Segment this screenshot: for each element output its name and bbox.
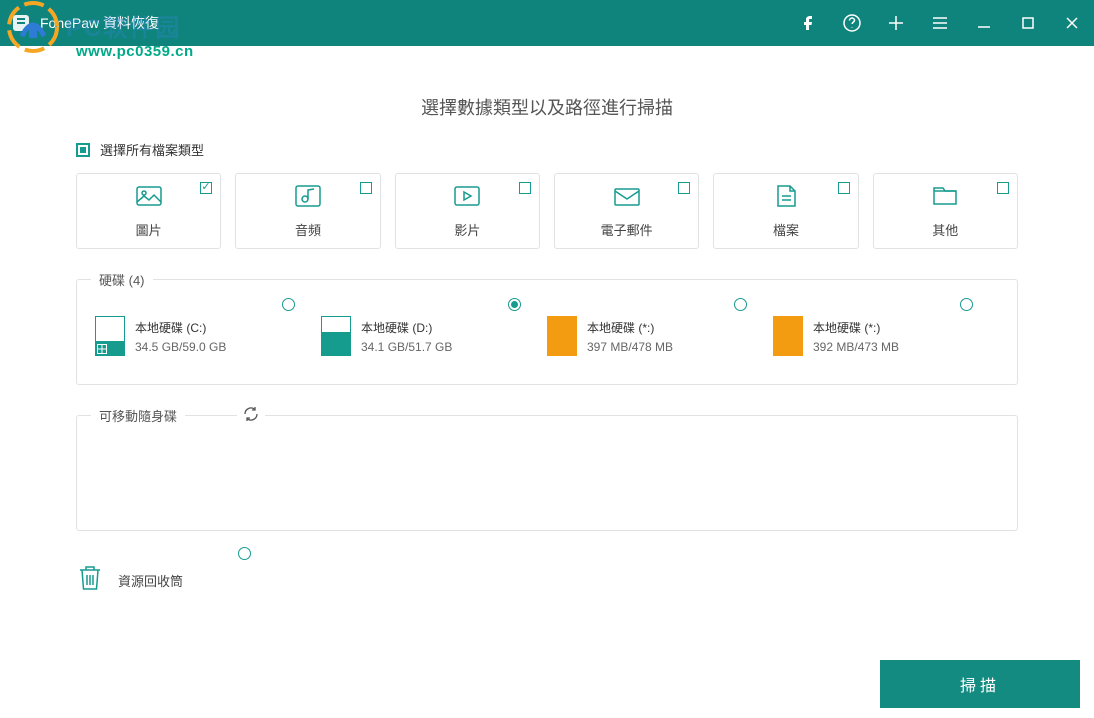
type-icon bbox=[293, 183, 323, 214]
disk-item-3[interactable]: 本地硬碟 (*:) 392 MB/473 MB bbox=[773, 316, 999, 356]
disk-icon bbox=[547, 316, 577, 356]
windows-badge-icon bbox=[97, 344, 107, 354]
trash-icon bbox=[76, 563, 104, 598]
disk-name: 本地硬碟 (D:) bbox=[361, 319, 452, 336]
app-title: FonePaw 資料恢復 bbox=[40, 13, 159, 33]
type-checkbox[interactable] bbox=[838, 182, 850, 194]
type-checkbox[interactable] bbox=[519, 182, 531, 194]
facebook-icon[interactable] bbox=[786, 0, 830, 46]
disk-name: 本地硬碟 (C:) bbox=[135, 319, 226, 336]
type-label: 圖片 bbox=[136, 220, 162, 239]
disks-group: 硬碟 (4) 本地硬碟 (C:) 34.5 GB/59.0 GB 本地硬碟 (D… bbox=[76, 279, 1018, 385]
removable-legend: 可移動隨身碟 bbox=[91, 406, 185, 425]
disk-size: 392 MB/473 MB bbox=[813, 340, 899, 354]
type-card-5[interactable]: 其他 bbox=[873, 173, 1018, 249]
disk-radio[interactable] bbox=[282, 298, 295, 311]
removable-group: 可移動隨身碟 bbox=[76, 415, 1018, 531]
disk-item-2[interactable]: 本地硬碟 (*:) 397 MB/478 MB bbox=[547, 316, 773, 356]
refresh-icon[interactable] bbox=[237, 406, 265, 427]
scan-button[interactable]: 掃描 bbox=[880, 660, 1080, 708]
disk-radio[interactable] bbox=[960, 298, 973, 311]
titlebar: FonePaw 資料恢復 bbox=[0, 0, 1094, 46]
app-logo-icon bbox=[10, 12, 32, 34]
close-icon[interactable] bbox=[1050, 0, 1094, 46]
disk-size: 397 MB/478 MB bbox=[587, 340, 673, 354]
disk-radio[interactable] bbox=[734, 298, 747, 311]
disk-item-1[interactable]: 本地硬碟 (D:) 34.1 GB/51.7 GB bbox=[321, 316, 547, 356]
select-all-label: 選擇所有檔案類型 bbox=[100, 140, 204, 159]
type-label: 檔案 bbox=[773, 220, 799, 239]
type-label: 音頻 bbox=[295, 220, 321, 239]
type-card-4[interactable]: 檔案 bbox=[713, 173, 858, 249]
type-card-0[interactable]: 圖片 bbox=[76, 173, 221, 249]
disk-size: 34.5 GB/59.0 GB bbox=[135, 340, 226, 354]
type-card-1[interactable]: 音頻 bbox=[235, 173, 380, 249]
type-checkbox[interactable] bbox=[360, 182, 372, 194]
type-icon bbox=[612, 183, 642, 214]
disk-icon bbox=[773, 316, 803, 356]
disk-item-0[interactable]: 本地硬碟 (C:) 34.5 GB/59.0 GB bbox=[95, 316, 321, 356]
type-icon bbox=[771, 183, 801, 214]
type-icon bbox=[452, 183, 482, 214]
disk-name: 本地硬碟 (*:) bbox=[587, 319, 673, 336]
type-label: 其他 bbox=[932, 220, 958, 239]
type-icon bbox=[134, 183, 164, 214]
page-title: 選擇數據類型以及路徑進行掃描 bbox=[14, 94, 1080, 120]
type-checkbox[interactable] bbox=[678, 182, 690, 194]
type-label: 電子郵件 bbox=[601, 220, 653, 239]
disk-size: 34.1 GB/51.7 GB bbox=[361, 340, 452, 354]
type-label: 影片 bbox=[454, 220, 480, 239]
recycle-radio[interactable] bbox=[238, 547, 251, 560]
type-card-2[interactable]: 影片 bbox=[395, 173, 540, 249]
type-checkbox[interactable] bbox=[200, 182, 212, 194]
select-all-checkbox[interactable] bbox=[76, 143, 90, 157]
recycle-label: 資源回收筒 bbox=[118, 571, 183, 590]
type-icon bbox=[930, 183, 960, 214]
disks-legend: 硬碟 (4) bbox=[91, 270, 153, 289]
help-icon[interactable] bbox=[830, 0, 874, 46]
type-card-3[interactable]: 電子郵件 bbox=[554, 173, 699, 249]
disk-icon bbox=[95, 316, 125, 356]
disk-name: 本地硬碟 (*:) bbox=[813, 319, 899, 336]
disk-radio[interactable] bbox=[508, 298, 521, 311]
maximize-icon[interactable] bbox=[1006, 0, 1050, 46]
disk-icon bbox=[321, 316, 351, 356]
recycle-bin-option[interactable]: 資源回收筒 bbox=[76, 549, 1018, 612]
type-checkbox[interactable] bbox=[997, 182, 1009, 194]
menu-icon[interactable] bbox=[918, 0, 962, 46]
minimize-icon[interactable] bbox=[962, 0, 1006, 46]
plus-icon[interactable] bbox=[874, 0, 918, 46]
